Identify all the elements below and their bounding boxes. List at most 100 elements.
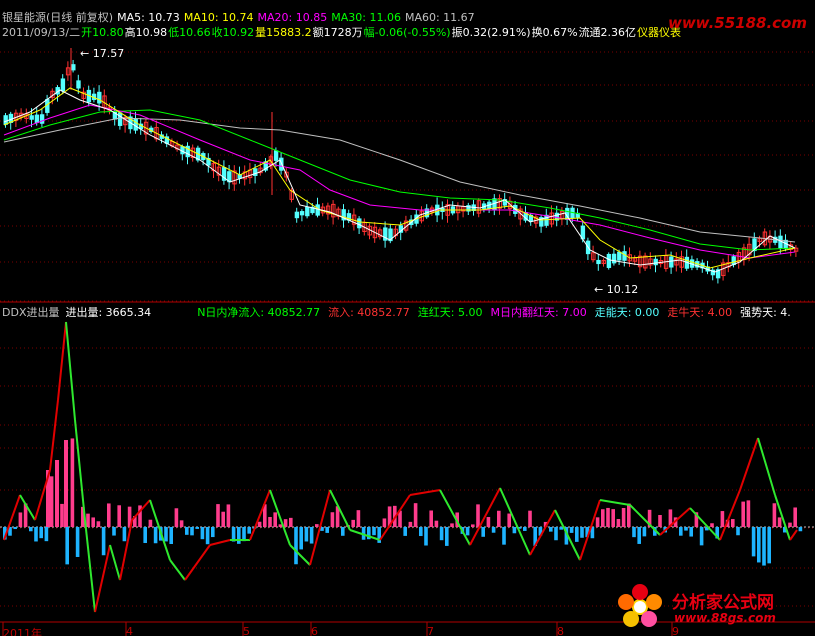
ddx-bar: [221, 511, 225, 527]
ddx-bar: [746, 500, 751, 527]
ddx-bar: [101, 527, 106, 556]
ddx-bar: [450, 523, 454, 527]
ddx-bar: [153, 527, 158, 544]
high-label: 高10.98: [124, 26, 168, 39]
ddx-bar: [356, 510, 361, 527]
ddx-bar: [164, 527, 168, 542]
ddx-bar: [117, 505, 121, 527]
amount-label: 额1728万: [312, 26, 363, 39]
candle-body: [669, 256, 674, 268]
high-price-value: 17.57: [92, 47, 125, 60]
ddx-bar: [75, 527, 80, 557]
x-tick-2011: 2011年: [3, 627, 42, 636]
ddx-bar: [205, 527, 210, 545]
ddx-bar: [699, 527, 704, 546]
bull-days-value: 走牛天: 4.00: [667, 306, 733, 319]
x-tick-4: 4: [126, 625, 133, 636]
ddx-bar: [497, 510, 501, 527]
net-flow-line: [409, 489, 441, 496]
ddx-bar: [60, 503, 64, 527]
net-flow-line: [689, 507, 721, 541]
candle-body: [606, 253, 612, 268]
inflow-value: 流入: 40852.77: [328, 306, 410, 319]
net-flow-line: [3, 494, 21, 541]
net-flow-line: [739, 437, 759, 491]
ddx-bar: [29, 527, 33, 532]
ddx-bar: [18, 512, 23, 527]
ddx-bar: [237, 527, 241, 544]
ddx-bar: [429, 510, 433, 527]
ddx-bar: [606, 507, 610, 527]
candle-body: [117, 112, 123, 126]
ddx-bar: [710, 523, 714, 527]
low-label: 低10.66: [168, 26, 211, 39]
ddx-bar: [403, 527, 407, 536]
ddx-bar: [637, 527, 641, 544]
ddx-bar: [226, 504, 231, 527]
stock-chart-window: { "header": { "title": "银星能源(日线 前复权)", "…: [0, 0, 815, 636]
candle-body: [731, 256, 736, 266]
ddx-bar: [309, 527, 314, 544]
ddx-bar: [601, 509, 605, 527]
ddx-bar: [122, 527, 127, 542]
ma20-line: [3, 104, 796, 259]
ddx-bar: [559, 527, 563, 530]
price-header-line1: 银星能源(日线 前复权) MA5: 10.73 MA10: 10.74 MA20: 1…: [2, 11, 479, 24]
ddx-bar: [512, 527, 517, 534]
ma60-value: MA60: 11.67: [404, 11, 475, 24]
ddx-bar: [502, 527, 506, 545]
x-tick-5: 5: [243, 625, 250, 636]
ddx-bar: [107, 503, 111, 527]
candle-body: [71, 64, 76, 71]
ddx-bar: [751, 527, 756, 557]
brand-url: www.88gs.com: [674, 611, 776, 625]
strong-days-value: 强势天: 4.: [740, 306, 791, 319]
candle-body: [60, 78, 66, 92]
ddx-bar: [580, 527, 584, 538]
ddx-bar: [70, 438, 75, 527]
candle-body: [29, 115, 34, 120]
ddx-bar: [642, 527, 647, 537]
net-flow-line: [209, 539, 231, 546]
ddx-bar: [595, 517, 600, 527]
ddx-bar: [190, 527, 194, 536]
ddx-bar: [481, 527, 485, 537]
candle-body: [273, 150, 279, 161]
net-flow-line: [774, 494, 791, 541]
ddx-bar: [34, 527, 38, 542]
ddx-bar: [424, 527, 428, 546]
close-label: 收10.92: [211, 26, 255, 39]
red-days-value: 连红天: 5.00: [417, 306, 483, 319]
volume-label: 量15883.2: [255, 26, 312, 39]
ddx-bar: [304, 527, 309, 542]
ddx-bar: [49, 476, 54, 527]
inout-value: 进出量: 3665.34: [65, 306, 152, 319]
ddx-bar: [268, 517, 272, 527]
ddx-bar: [273, 512, 277, 527]
ma5-value: MA5: 10.73: [117, 11, 180, 24]
ddx-bar: [174, 508, 179, 527]
ddx-bar: [486, 517, 491, 527]
candle-body: [544, 214, 549, 226]
ddx-bar: [658, 515, 662, 527]
net-flow-line: [109, 544, 121, 581]
float-label: 流通2.36亿: [578, 26, 637, 39]
ddx-bar: [736, 527, 740, 536]
ddx-bar: [408, 521, 413, 527]
ddx-bar: [720, 511, 725, 527]
ddx-bar: [96, 521, 101, 527]
candle-body: [617, 251, 622, 261]
ddx-bar: [419, 527, 423, 537]
ddx-bar: [777, 517, 782, 527]
ddx-bar: [143, 527, 147, 544]
ddx-bar: [762, 527, 766, 566]
ddx-bar: [507, 513, 511, 527]
candle-body: [97, 91, 102, 104]
ddx-bar: [44, 527, 49, 542]
net-flow-line: [184, 544, 211, 581]
ddx-bar: [179, 520, 184, 527]
net-flow-line: [499, 487, 531, 556]
net-flow-line: [57, 321, 67, 401]
ddx-bar: [372, 527, 376, 536]
ddx-bar: [679, 527, 683, 536]
